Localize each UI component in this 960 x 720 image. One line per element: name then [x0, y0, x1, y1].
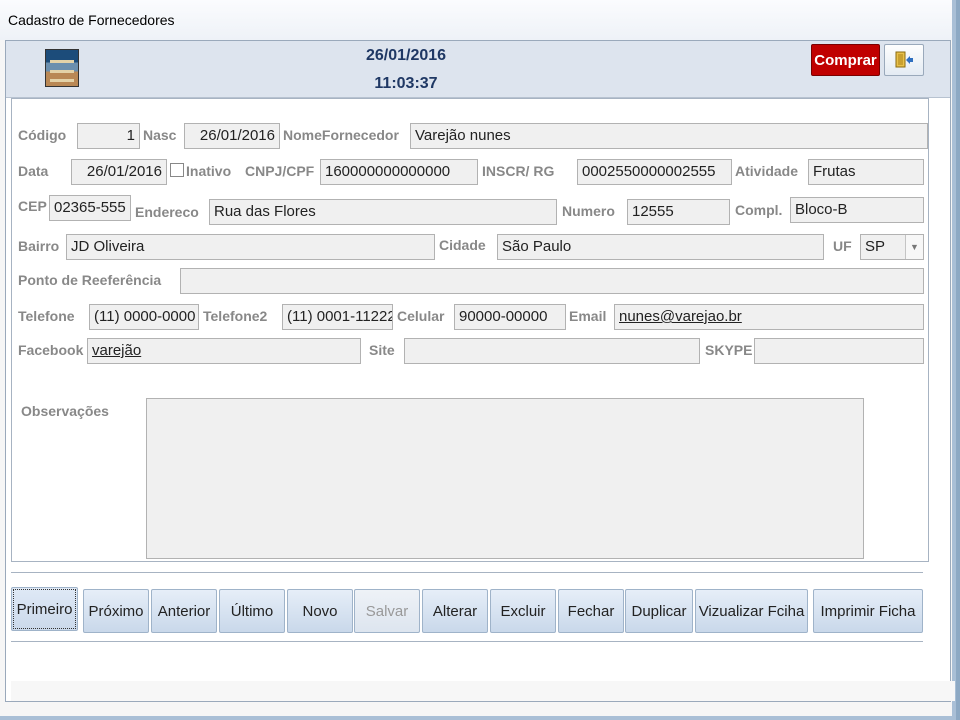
site-field[interactable] — [404, 338, 700, 364]
celular-field[interactable]: 90000-00000 — [454, 304, 566, 330]
imprimir-ficha-button[interactable]: Imprimir Ficha — [813, 589, 923, 633]
label-cep: CEP — [18, 198, 47, 214]
uf-select[interactable]: SP ▼ — [860, 234, 924, 260]
ultimo-button[interactable]: Último — [219, 589, 285, 633]
inativo-checkbox[interactable] — [170, 163, 184, 177]
telefone-field[interactable]: (11) 0000-0000 — [89, 304, 199, 330]
fechar-button[interactable]: Fechar — [558, 589, 624, 633]
app-window: Cadastro de Fornecedores 26/01/2016 11:0… — [0, 0, 956, 720]
visualizar-ficha-button[interactable]: Vizualizar Fciha — [695, 589, 808, 633]
label-data: Data — [18, 163, 49, 179]
window-title: Cadastro de Fornecedores — [8, 12, 175, 28]
nome-field[interactable]: Varejão nunes — [410, 123, 928, 149]
label-codigo: Código — [18, 127, 67, 143]
codigo-field[interactable]: 1 — [77, 123, 140, 149]
fields-area: Código 1 Nasc 26/01/2016 NomeFornecedor … — [11, 98, 929, 562]
duplicar-button[interactable]: Duplicar — [625, 589, 693, 633]
numero-field[interactable]: 12555 — [627, 199, 730, 225]
label-cnpj: CNPJ/CPF — [245, 163, 315, 179]
bairro-field[interactable]: JD Oliveira — [66, 234, 435, 260]
store-logo — [45, 49, 79, 87]
exit-button[interactable] — [884, 44, 924, 76]
header-date: 26/01/2016 — [365, 47, 447, 64]
label-celular: Celular — [397, 308, 445, 324]
label-compl: Compl. — [735, 202, 783, 218]
primeiro-button[interactable]: Primeiro — [11, 587, 78, 631]
label-ponto: Ponto de Reeferência — [18, 272, 162, 288]
novo-button[interactable]: Novo — [287, 589, 353, 633]
email-field[interactable]: nunes@varejao.br — [614, 304, 924, 330]
label-uf: UF — [833, 238, 852, 254]
label-bairro: Bairro — [18, 238, 60, 254]
exit-door-icon — [895, 51, 913, 68]
form-footer — [11, 681, 955, 701]
alterar-button[interactable]: Alterar — [422, 589, 488, 633]
label-telefone2: Telefone2 — [203, 308, 268, 324]
header-time: 11:03:37 — [374, 75, 438, 92]
label-skype: SKYPE — [705, 342, 753, 358]
navigation-toolbar: Primeiro Próximo Anterior Último Novo Sa… — [11, 572, 923, 642]
skype-field[interactable] — [754, 338, 924, 364]
label-nome: NomeFornecedor — [283, 127, 399, 143]
facebook-field[interactable]: varejão — [87, 338, 361, 364]
inscr-field[interactable]: 0002550000002555 — [577, 159, 732, 185]
observacoes-textarea[interactable] — [146, 398, 864, 559]
label-facebook: Facebook — [18, 342, 84, 358]
label-atividade: Atividade — [735, 163, 799, 179]
supplier-form: 26/01/2016 11:03:37 Comprar Código 1 Nas… — [5, 40, 955, 702]
buy-button[interactable]: Comprar — [811, 44, 880, 76]
title-bar: Cadastro de Fornecedores — [0, 0, 952, 40]
label-numero: Numero — [562, 203, 615, 219]
atividade-field[interactable]: Frutas — [808, 159, 924, 185]
cep-field[interactable]: 02365-555 — [49, 195, 131, 221]
data-field[interactable]: 26/01/2016 — [71, 159, 167, 185]
email-link[interactable]: nunes@varejao.br — [619, 308, 742, 325]
proximo-button[interactable]: Próximo — [83, 589, 149, 633]
label-site: Site — [369, 342, 395, 358]
excluir-button[interactable]: Excluir — [490, 589, 556, 633]
cnpj-field[interactable]: 160000000000000 — [320, 159, 478, 185]
label-inativo: Inativo — [186, 163, 232, 179]
cidade-field[interactable]: São Paulo — [497, 234, 824, 260]
label-cidade: Cidade — [439, 237, 486, 253]
form-header: 26/01/2016 11:03:37 Comprar — [6, 41, 950, 98]
label-telefone: Telefone — [18, 308, 75, 324]
label-email: Email — [569, 308, 607, 324]
uf-value: SP — [865, 238, 886, 255]
label-observacoes: Observações — [21, 403, 109, 419]
telefone2-field[interactable]: (11) 0001-11222 — [282, 304, 393, 330]
chevron-down-icon[interactable]: ▼ — [905, 235, 923, 259]
facebook-link[interactable]: varejão — [92, 342, 141, 359]
anterior-button[interactable]: Anterior — [151, 589, 217, 633]
label-nasc: Nasc — [143, 127, 177, 143]
nasc-field[interactable]: 26/01/2016 — [184, 123, 280, 149]
ponto-field[interactable] — [180, 268, 924, 294]
label-inscr: INSCR/ RG — [482, 163, 555, 179]
salvar-button[interactable]: Salvar — [354, 589, 420, 633]
label-endereco: Endereco — [135, 204, 199, 220]
compl-field[interactable]: Bloco-B — [790, 197, 924, 223]
endereco-field[interactable]: Rua das Flores — [209, 199, 557, 225]
